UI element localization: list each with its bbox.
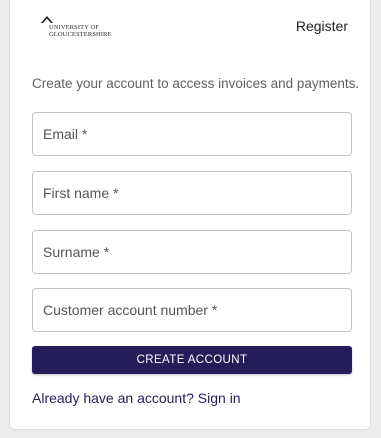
sign-in-link[interactable]: Already have an account? Sign in <box>32 390 241 406</box>
university-logo: UNIVERSITY OF GLOUCESTERSHIRE <box>41 15 121 39</box>
customer-account-number-field[interactable] <box>33 289 351 331</box>
email-field-container <box>32 112 352 156</box>
surname-field-container <box>32 230 352 274</box>
university-logo-text: UNIVERSITY OF GLOUCESTERSHIRE <box>49 24 112 38</box>
first-name-field-container <box>32 171 352 215</box>
logo-line-2: GLOUCESTERSHIRE <box>49 30 112 38</box>
email-field[interactable] <box>33 113 351 155</box>
surname-field[interactable] <box>33 231 351 273</box>
register-link[interactable]: Register <box>296 18 348 34</box>
create-account-button[interactable]: CREATE ACCOUNT <box>32 346 352 374</box>
first-name-field[interactable] <box>33 172 351 214</box>
customer-account-number-field-container <box>32 288 352 332</box>
intro-text: Create your account to access invoices a… <box>32 76 360 91</box>
